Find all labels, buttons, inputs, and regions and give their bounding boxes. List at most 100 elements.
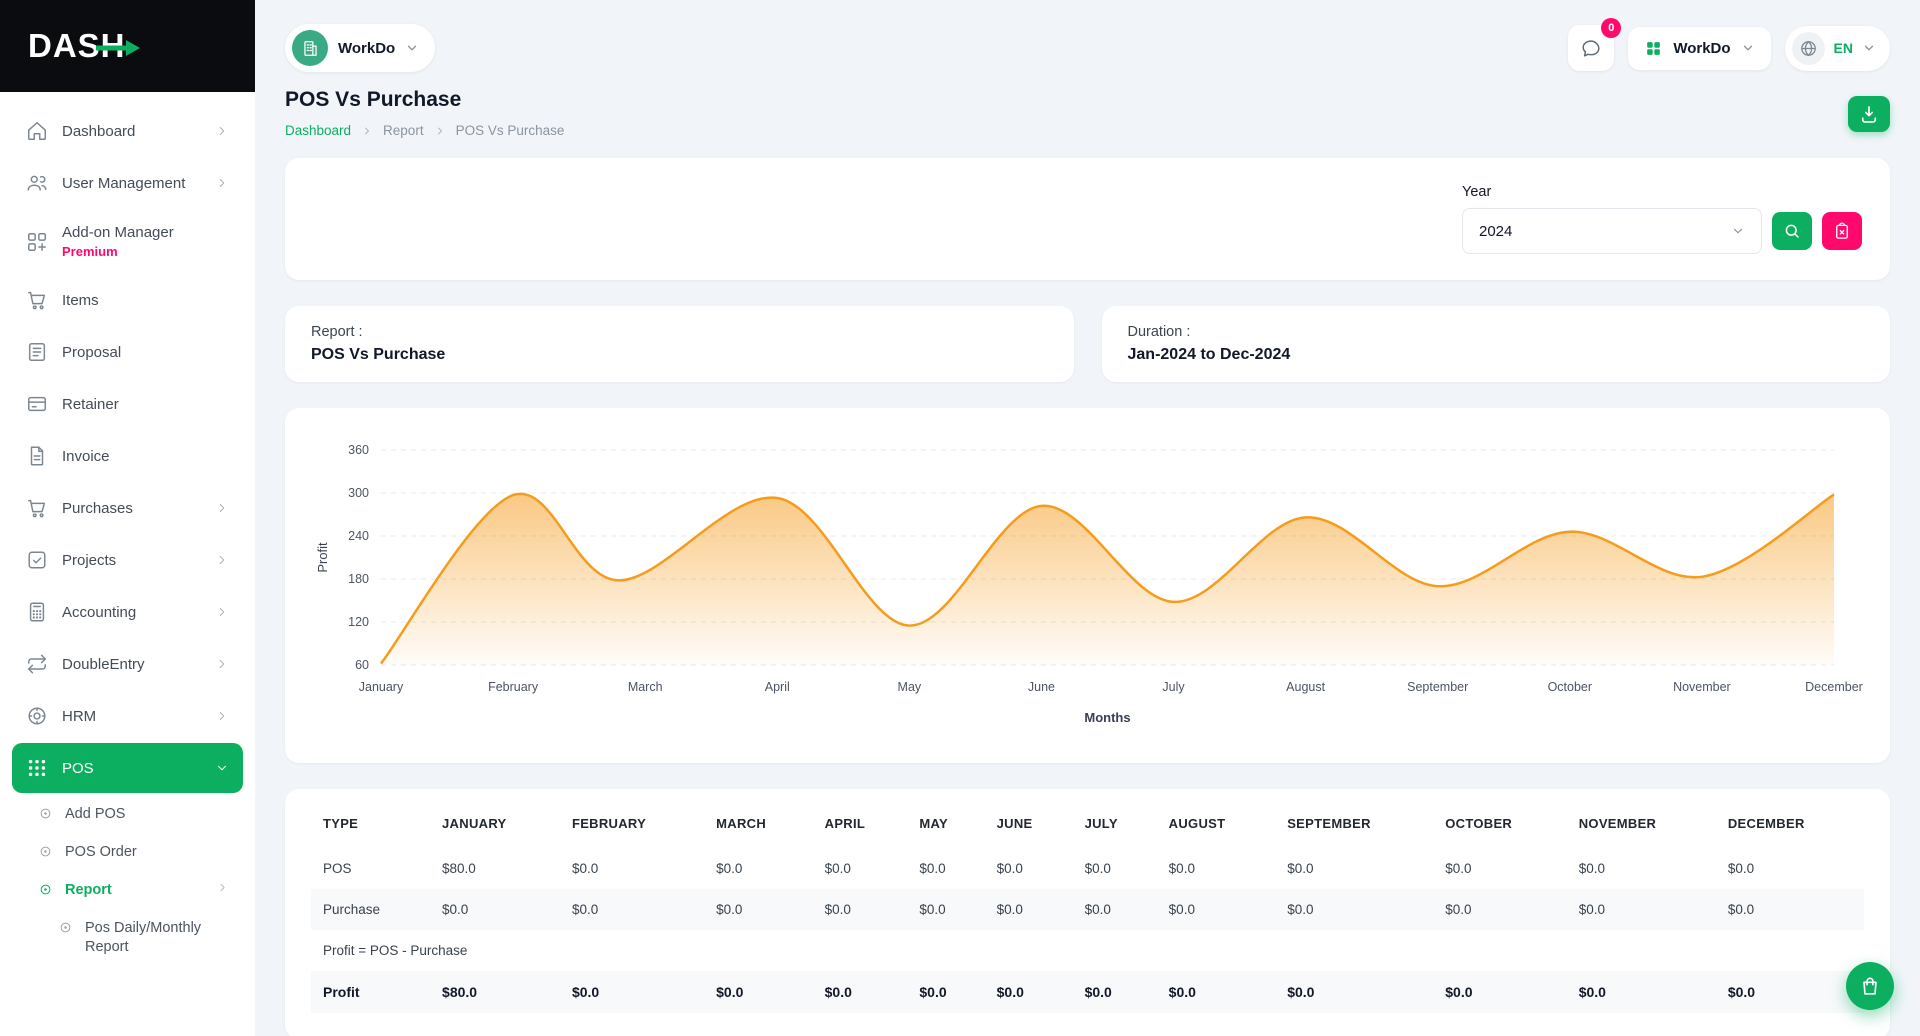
chevron-down-icon [1731, 224, 1745, 238]
svg-text:May: May [898, 680, 922, 694]
table-header-row: TYPEJANUARYFEBRUARYMARCHAPRILMAYJUNEJULY… [311, 799, 1864, 848]
svg-text:September: September [1407, 680, 1468, 694]
value-cell: $0.0 [560, 971, 704, 1013]
value-cell: $0.0 [704, 889, 813, 930]
sidebar-item-pos[interactable]: POS [12, 743, 243, 793]
invoice-icon [26, 445, 48, 467]
chevron-down-icon [1862, 41, 1876, 55]
sidebar-item-proposal[interactable]: Proposal [12, 327, 243, 377]
table-column-header: APRIL [813, 799, 908, 848]
svg-text:360: 360 [348, 443, 369, 457]
sidebar-item-retainer[interactable]: Retainer [12, 379, 243, 429]
chevron-down-icon [1741, 41, 1755, 55]
value-cell: $0.0 [1716, 971, 1864, 1013]
chevron-right-icon [216, 881, 229, 894]
svg-text:December: December [1805, 680, 1863, 694]
value-cell: $0.0 [907, 889, 984, 930]
svg-text:June: June [1028, 680, 1055, 694]
bullet-icon [38, 806, 53, 821]
chevron-down-icon [215, 761, 229, 775]
table-column-header: AUGUST [1157, 799, 1276, 848]
table-column-header: MAY [907, 799, 984, 848]
row-type-cell: Purchase [311, 889, 430, 930]
year-select[interactable]: 2024 [1462, 208, 1762, 254]
chevron-down-icon [405, 41, 419, 55]
sidebar-item-label: POS [62, 760, 94, 777]
sidebar-subitem-pos-daily-monthly-report[interactable]: Pos Daily/Monthly Report [12, 909, 243, 965]
svg-text:April: April [765, 680, 790, 694]
duration-card-label: Duration : [1128, 324, 1865, 340]
sidebar-item-accounting[interactable]: Accounting [12, 587, 243, 637]
breadcrumb: DashboardReportPOS Vs Purchase [285, 123, 564, 138]
row-type-cell: POS [311, 848, 430, 889]
value-cell: $0.0 [1275, 889, 1433, 930]
sidebar-nav: DashboardUser ManagementAdd-on ManagerPr… [0, 92, 255, 1036]
value-cell: $0.0 [1073, 848, 1157, 889]
sidebar-item-add-on-manager[interactable]: Add-on ManagerPremium [12, 210, 243, 273]
messenger-button[interactable]: 0 [1568, 25, 1614, 71]
value-cell: $0.0 [1275, 848, 1433, 889]
sidebar-item-doubleentry[interactable]: DoubleEntry [12, 639, 243, 689]
table-column-header: FEBRUARY [560, 799, 704, 848]
sidebar-subitem-report[interactable]: Report [12, 871, 243, 909]
hrm-icon [26, 705, 48, 727]
sidebar-item-dashboard[interactable]: Dashboard [12, 106, 243, 156]
download-button[interactable] [1848, 96, 1890, 132]
workspace-selector[interactable]: WorkDo [285, 24, 435, 72]
search-icon [1783, 222, 1801, 240]
pos-cart-fab[interactable] [1846, 962, 1894, 1010]
table-column-header: JANUARY [430, 799, 560, 848]
reset-button[interactable] [1822, 212, 1862, 250]
chevron-right-icon [215, 605, 229, 619]
sidebar-item-invoice[interactable]: Invoice [12, 431, 243, 481]
globe-icon [1792, 32, 1825, 65]
table-column-header: SEPTEMBER [1275, 799, 1433, 848]
page-header: POS Vs Purchase DashboardReportPOS Vs Pu… [285, 88, 1890, 138]
report-card-label: Report : [311, 324, 1048, 340]
sidebar-item-projects[interactable]: Projects [12, 535, 243, 585]
sidebar-item-items[interactable]: Items [12, 275, 243, 325]
value-cell: $0.0 [813, 848, 908, 889]
sidebar-item-hrm[interactable]: HRM [12, 691, 243, 741]
value-cell: $0.0 [704, 848, 813, 889]
sidebar-subitem-label: Report [65, 881, 112, 899]
svg-text:180: 180 [348, 572, 369, 586]
sidebar-item-label: Retainer [62, 396, 119, 413]
chevron-right-icon [215, 501, 229, 515]
value-cell: $0.0 [560, 889, 704, 930]
search-button[interactable] [1772, 212, 1812, 250]
value-cell: $0.0 [704, 971, 813, 1013]
bullet-icon [38, 882, 53, 897]
brand-logo[interactable]: DASH [0, 0, 255, 92]
year-filter-group: Year 2024 [1462, 184, 1862, 254]
chevron-right-icon [215, 553, 229, 567]
sidebar-subitem-add-pos[interactable]: Add POS [12, 795, 243, 833]
summary-row: Report : POS Vs Purchase Duration : Jan-… [285, 306, 1890, 382]
grid-icon [1644, 39, 1663, 58]
value-cell: $80.0 [430, 848, 560, 889]
sidebar-item-user-management[interactable]: User Management [12, 158, 243, 208]
report-card: Report : POS Vs Purchase [285, 306, 1074, 382]
building-icon [292, 30, 328, 66]
chevron-right-icon [215, 709, 229, 723]
sidebar-item-purchases[interactable]: Purchases [12, 483, 243, 533]
sidebar-item-label: Proposal [62, 344, 121, 361]
table-body: POS$80.0$0.0$0.0$0.0$0.0$0.0$0.0$0.0$0.0… [311, 848, 1864, 1013]
value-cell: $0.0 [1157, 971, 1276, 1013]
language-label: EN [1834, 40, 1853, 56]
row-type-cell: Profit [311, 971, 430, 1013]
sidebar-subitem-pos-order[interactable]: POS Order [12, 833, 243, 871]
language-selector[interactable]: EN [1785, 26, 1890, 71]
value-cell: $80.0 [430, 971, 560, 1013]
breadcrumb-item-dashboard[interactable]: Dashboard [285, 123, 351, 138]
value-cell: $0.0 [985, 889, 1073, 930]
filter-controls: 2024 [1462, 208, 1862, 254]
value-cell: $0.0 [985, 848, 1073, 889]
sidebar-item-label: Projects [62, 552, 116, 569]
app-switcher-button[interactable]: WorkDo [1628, 27, 1770, 70]
svg-text:February: February [488, 680, 539, 694]
sidebar-item-label: Purchases [62, 500, 133, 517]
sidebar-item-label: HRM [62, 708, 96, 725]
projects-icon [26, 549, 48, 571]
svg-text:August: August [1286, 680, 1325, 694]
